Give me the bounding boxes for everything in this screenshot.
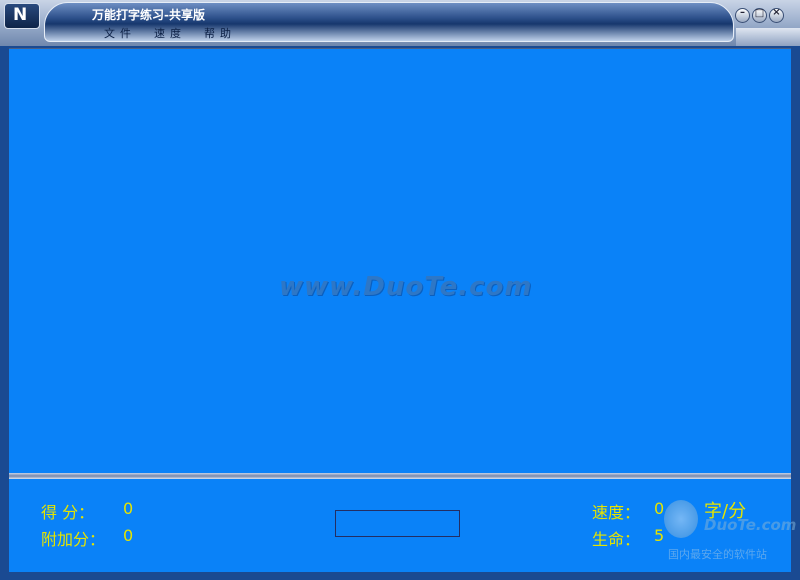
minimize-button[interactable]	[735, 7, 750, 23]
stamp-slogan: 国内最安全的软件站	[668, 548, 767, 561]
score-value: 0	[123, 499, 134, 518]
window-title: 万能打字练习-共享版	[92, 8, 205, 22]
bonus-label: 附加分：	[41, 530, 106, 549]
menu-help[interactable]: 帮助	[204, 25, 236, 41]
app-logo-icon[interactable]: N	[4, 3, 40, 29]
watermark: www.DuoTe.com	[279, 272, 533, 302]
lives-label: 生命：	[592, 530, 641, 549]
bonus-value: 0	[123, 526, 134, 545]
app-window: N 万能打字练习-共享版 文件 速度 帮助 www.DuoTe.com 得 分：…	[0, 0, 800, 580]
speed-label: 速度：	[592, 503, 641, 522]
menu-speed[interactable]: 速度	[154, 25, 186, 41]
maximize-button[interactable]	[752, 8, 767, 23]
typing-play-area[interactable]: www.DuoTe.com	[9, 48, 791, 474]
title-bar-corner	[736, 28, 800, 46]
typing-input[interactable]	[335, 510, 460, 537]
window-bottom-edge	[0, 572, 800, 580]
menu-bar: 文件 速度 帮助	[104, 25, 236, 41]
menu-file[interactable]: 文件	[104, 25, 136, 41]
logo-letter: N	[13, 5, 28, 25]
score-label: 得 分：	[41, 503, 95, 522]
title-bar[interactable]: N 万能打字练习-共享版 文件 速度 帮助	[0, 0, 800, 46]
stamp-site: DuoTe.com	[704, 516, 797, 534]
window-controls	[735, 7, 784, 23]
mascot-icon	[664, 500, 698, 538]
duote-watermark-stamp: DuoTe.com 国内最安全的软件站	[660, 498, 800, 568]
close-button[interactable]	[769, 7, 784, 23]
